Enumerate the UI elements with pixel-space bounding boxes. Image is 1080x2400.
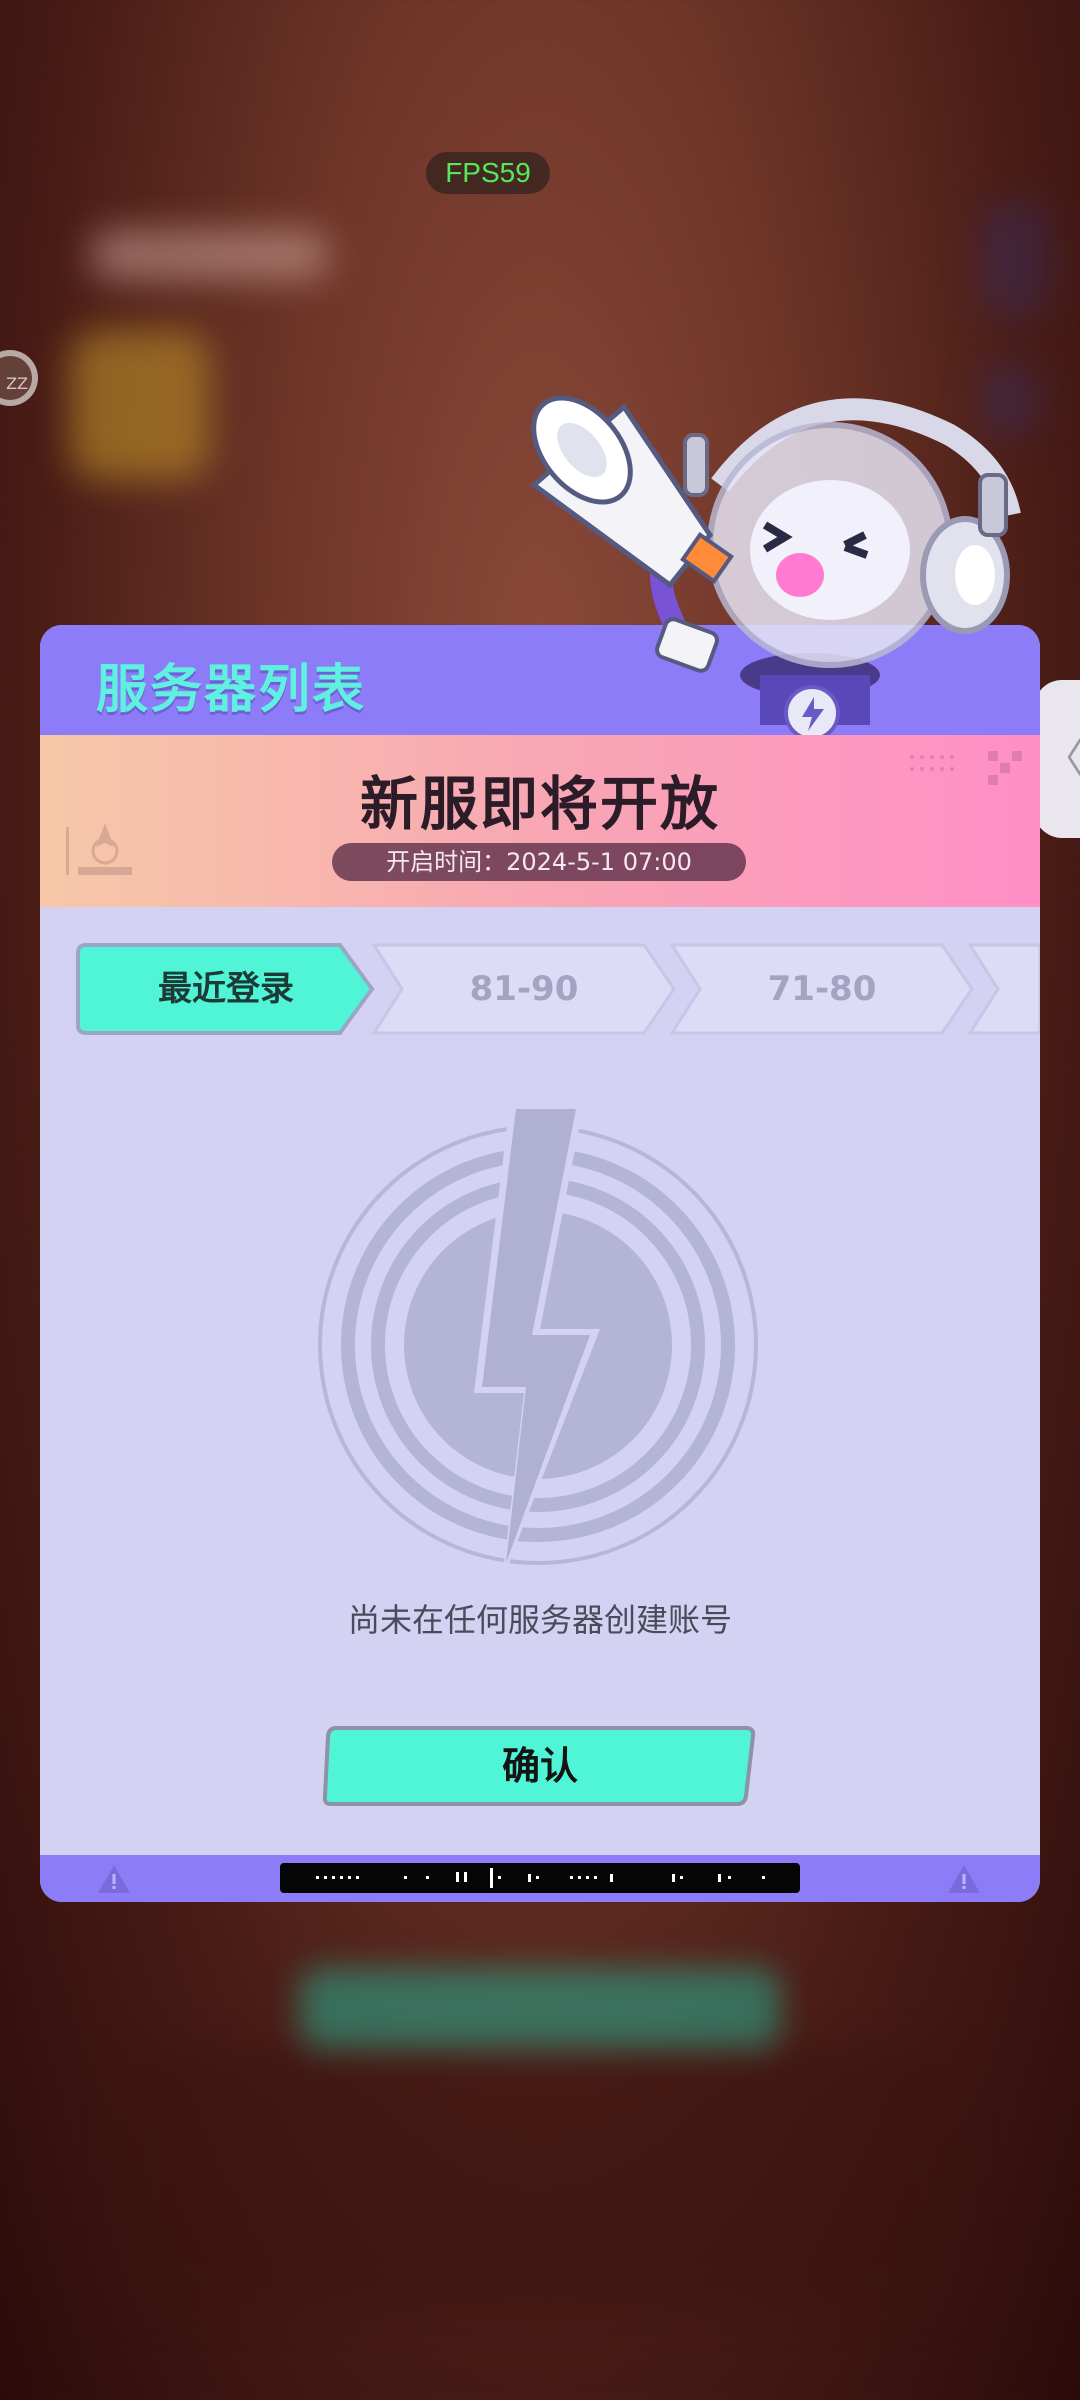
dialog-title: 服务器列表: [96, 660, 367, 720]
mascot-megaphone-icon: [529, 395, 1021, 735]
server-list-dialog: 服务器列表 新服即将开放 开启时间：2024-5-1 07:00 最近登录 81…: [40, 625, 1040, 1902]
dialog-footer: [40, 1855, 1040, 1902]
new-server-banner: 新服即将开放 开启时间：2024-5-1 07:00: [40, 735, 1040, 907]
tab-71-80[interactable]: 71-80: [670, 943, 974, 1035]
warning-triangle-icon: [98, 1865, 130, 1893]
tab-81-90[interactable]: 81-90: [372, 943, 676, 1035]
server-range-tabs: 最近登录 81-90 71-80: [76, 943, 1040, 1039]
loading-ticker-bar: [280, 1863, 800, 1893]
fps-counter: FPS59: [426, 152, 550, 194]
tab-recent-login[interactable]: 最近登录: [76, 943, 376, 1035]
banner-title: 新服即将开放: [359, 770, 720, 838]
tab-label: 71-80: [767, 969, 877, 1009]
blurred-start-button: [300, 1968, 780, 2048]
tab-label: 最近登录: [158, 969, 294, 1009]
tab-shape: [968, 943, 1040, 1035]
confirm-button[interactable]: 确认: [322, 1725, 758, 1807]
lightning-bolt-icon: [318, 1103, 758, 1581]
open-time-label: 开启时间：2024-5-1 07:00: [332, 843, 746, 881]
warning-triangle-icon: [948, 1865, 980, 1893]
tab-label: 81-90: [469, 969, 579, 1009]
side-drawer-toggle[interactable]: 〈: [1034, 680, 1080, 838]
empty-state-message: 尚未在任何服务器创建账号: [347, 1601, 732, 1639]
chevron-left-icon: 〈: [1044, 736, 1080, 782]
tab-more[interactable]: [968, 943, 1040, 1035]
confirm-button-label: 确认: [501, 1744, 578, 1788]
